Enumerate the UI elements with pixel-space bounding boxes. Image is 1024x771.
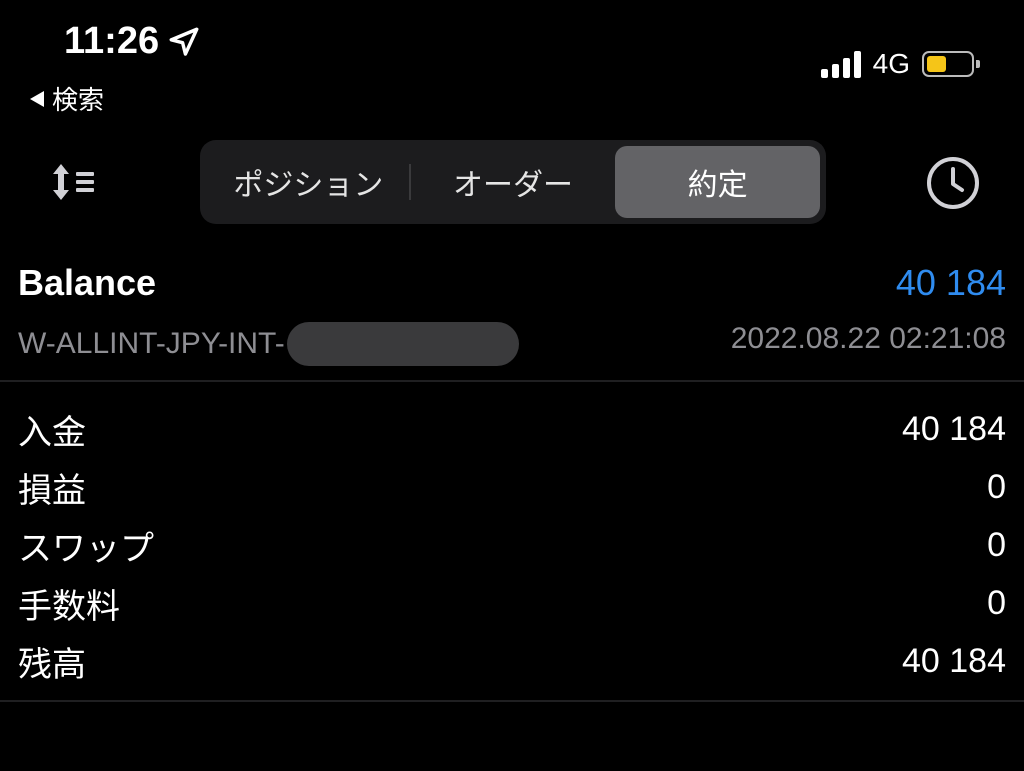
status-time-text: 11:26 bbox=[64, 20, 160, 62]
tab-positions[interactable]: ポジション bbox=[206, 146, 411, 218]
balance-amount: 40 184 bbox=[895, 262, 1006, 303]
battery-icon bbox=[922, 51, 980, 77]
redaction-mask bbox=[286, 322, 519, 366]
detail-row-swap: スワップ 0 bbox=[18, 516, 1006, 574]
divider bbox=[0, 700, 1024, 702]
detail-value: 40 184 bbox=[902, 409, 1006, 448]
back-to-search-link[interactable]: 検索 bbox=[30, 80, 104, 117]
detail-row-profit: 損益 0 bbox=[18, 458, 1006, 516]
detail-value: 0 bbox=[987, 467, 1006, 506]
divider bbox=[0, 380, 1024, 382]
clock-icon[interactable] bbox=[924, 154, 982, 212]
tab-orders[interactable]: オーダー bbox=[411, 146, 616, 218]
detail-label: スワップ bbox=[18, 528, 154, 569]
account-id-text: W-ALLINT-JPY-INT- bbox=[18, 327, 285, 360]
detail-value: 0 bbox=[987, 525, 1006, 564]
view-segmented-control: ポジション オーダー 約定 bbox=[200, 140, 826, 224]
battery-fill bbox=[927, 56, 946, 72]
detail-label: 手数料 bbox=[18, 586, 120, 627]
balance-datetime: 2022.08.22 02:21:08 bbox=[730, 322, 1006, 355]
status-time: 11:26 bbox=[64, 20, 201, 63]
status-indicators: 4G bbox=[820, 48, 980, 80]
detail-row-deposit: 入金 40 184 bbox=[18, 400, 1006, 458]
detail-row-commission: 手数料 0 bbox=[18, 574, 1006, 632]
tab-deals-label: 約定 bbox=[687, 168, 748, 203]
sort-icon[interactable] bbox=[50, 162, 98, 202]
account-id: W-ALLINT-JPY-INT- bbox=[18, 322, 519, 366]
back-triangle-icon bbox=[30, 90, 44, 107]
balance-title: Balance bbox=[18, 262, 157, 303]
network-type: 4G bbox=[872, 48, 910, 79]
cellular-signal-icon bbox=[820, 50, 861, 78]
detail-label: 損益 bbox=[18, 470, 86, 511]
detail-row-balance: 残高 40 184 bbox=[18, 632, 1006, 690]
detail-value: 40 184 bbox=[902, 641, 1006, 680]
location-arrow-icon bbox=[169, 27, 199, 56]
detail-value: 0 bbox=[987, 583, 1006, 622]
tab-positions-label: ポジション bbox=[233, 168, 384, 203]
back-link-label: 検索 bbox=[52, 86, 105, 116]
tab-orders-label: オーダー bbox=[453, 168, 573, 203]
balance-details: 入金 40 184 損益 0 スワップ 0 手数料 0 残高 40 184 bbox=[18, 400, 1006, 690]
detail-label: 入金 bbox=[18, 412, 86, 453]
detail-label: 残高 bbox=[18, 644, 86, 685]
tab-deals[interactable]: 約定 bbox=[615, 146, 821, 218]
